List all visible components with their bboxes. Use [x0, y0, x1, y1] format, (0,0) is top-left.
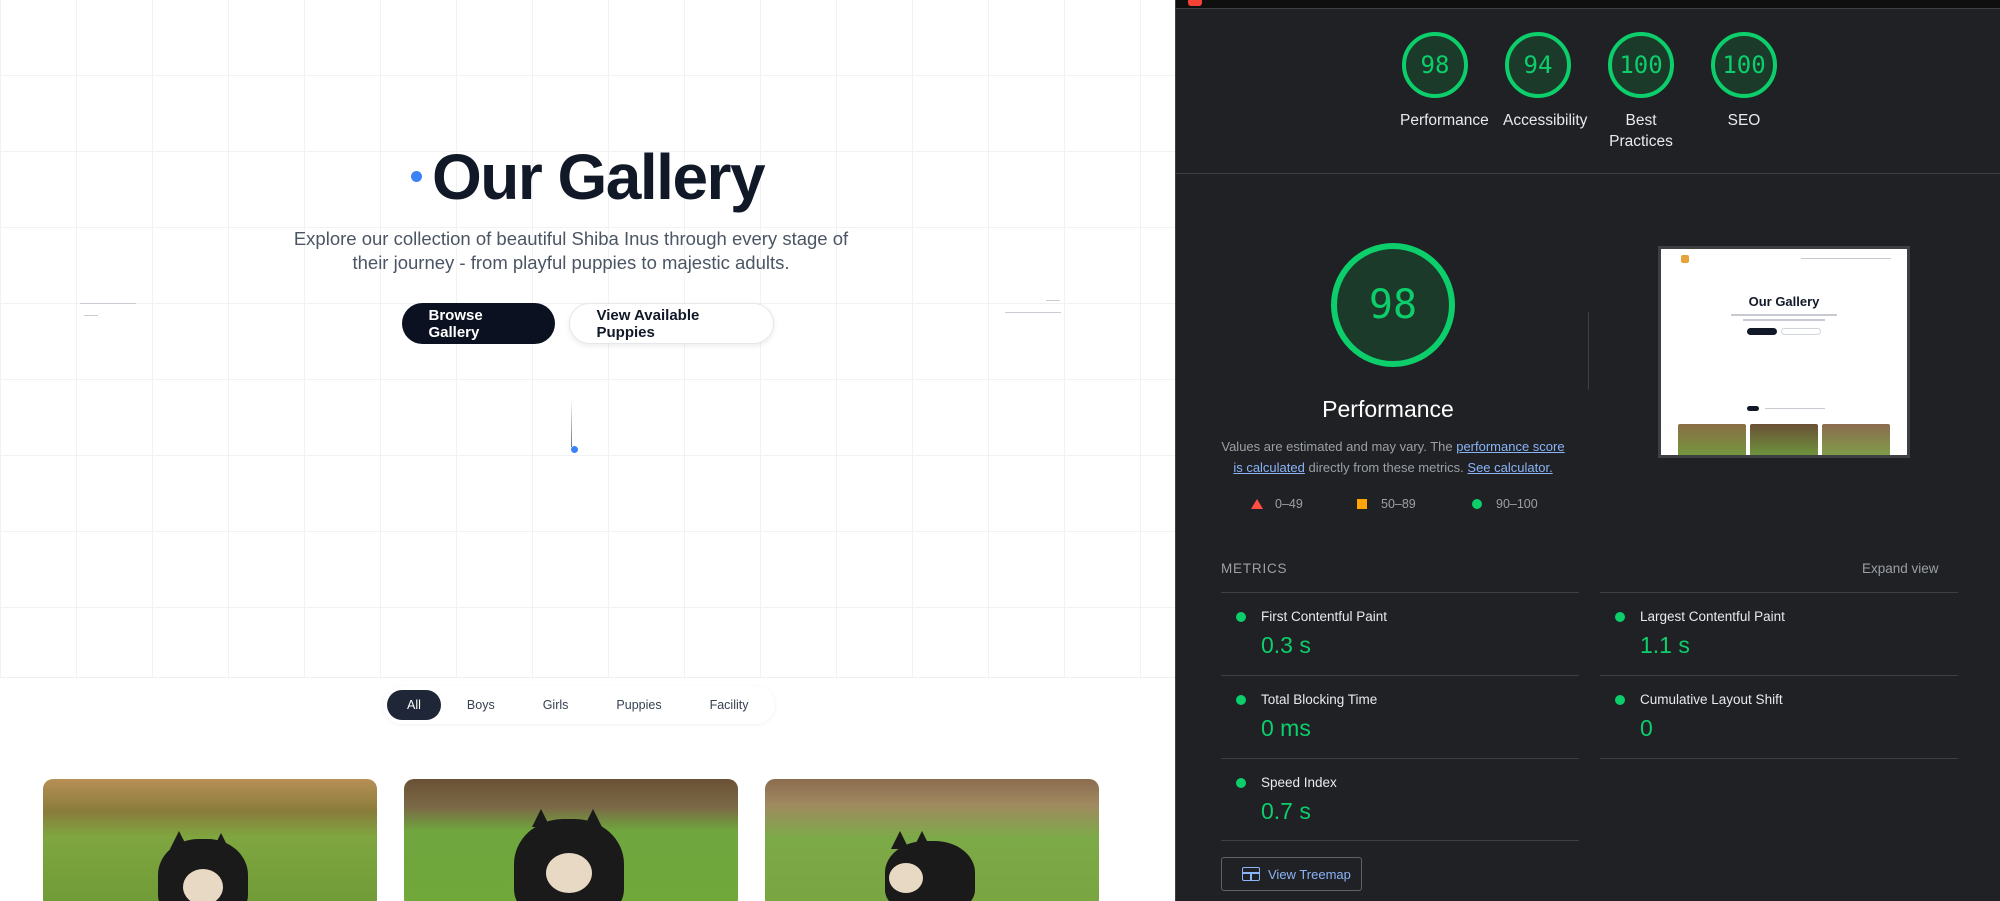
website-preview: Our Gallery Explore our collection of be…: [0, 0, 1175, 901]
thumb-button: [1781, 328, 1821, 335]
category-label: SEO: [1727, 112, 1761, 129]
scroll-indicator-line: [571, 399, 572, 447]
thumb-title: Our Gallery: [1748, 294, 1820, 309]
scroll-indicator-dot: [571, 446, 578, 453]
metric-name: Cumulative Layout Shift: [1640, 692, 1783, 707]
metric-speed-index: Speed Index 0.7 s: [1221, 759, 1579, 841]
metrics-heading: METRICS: [1221, 561, 1288, 576]
title-accent-dot: [410, 170, 422, 182]
devtools-toolbar: [1176, 0, 2000, 9]
page-title: Our Gallery: [0, 140, 1175, 214]
metric-divider: [1221, 840, 1579, 841]
thumb-photo: [1822, 424, 1890, 455]
metric-name: Largest Contentful Paint: [1640, 609, 1785, 624]
svg-text:94: 94: [1524, 51, 1553, 79]
treemap-label: View Treemap: [1268, 866, 1351, 882]
legend-average: 50–89: [1357, 497, 1416, 511]
svg-text:100: 100: [1722, 51, 1765, 79]
thumb-filters: [1765, 408, 1825, 409]
expand-view-toggle[interactable]: Expand view: [1862, 561, 1939, 576]
category-label: Accessibility: [1503, 112, 1588, 129]
circle-icon: [1472, 499, 1482, 509]
performance-note: Values are estimated and may vary. The p…: [1221, 439, 1565, 475]
filter-all[interactable]: All: [387, 690, 441, 720]
lighthouse-icon: [1188, 0, 1202, 6]
thumb-nav: [1801, 258, 1891, 259]
metric-cls: Cumulative Layout Shift 0: [1600, 676, 1958, 758]
gauge-ring: 98: [1402, 32, 1468, 98]
decor-line: [1046, 300, 1060, 301]
square-icon: [1357, 499, 1367, 509]
metric-name: Speed Index: [1261, 775, 1337, 790]
performance-title: Performance: [1322, 396, 1454, 422]
metric-value: 0.7 s: [1261, 798, 1311, 824]
pass-circle-icon: [1615, 612, 1625, 622]
metric-divider: [1600, 758, 1958, 759]
category-performance[interactable]: 98 Performance: [1400, 30, 1489, 131]
gallery-card[interactable]: [765, 779, 1099, 901]
view-treemap-button[interactable]: View Treemap: [1221, 857, 1362, 891]
filter-girls[interactable]: Girls: [521, 690, 591, 720]
category-accessibility[interactable]: 94 Accessibility: [1503, 30, 1588, 131]
metric-value: 0: [1640, 715, 1653, 741]
page-screenshot-thumbnail[interactable]: Our Gallery: [1658, 246, 1910, 458]
site-logo-icon: [1681, 255, 1689, 263]
legend-pass: 90–100: [1472, 497, 1538, 511]
metric-tbt: Total Blocking Time 0 ms: [1221, 676, 1579, 758]
pass-circle-icon: [1615, 695, 1625, 705]
svg-text:100: 100: [1619, 51, 1662, 79]
thumb-button: [1747, 328, 1777, 335]
metric-name: First Contentful Paint: [1261, 609, 1388, 624]
treemap-icon: [1242, 867, 1260, 881]
metric-value: 0 ms: [1261, 715, 1311, 741]
gallery-card[interactable]: [404, 779, 738, 901]
metric-value: 1.1 s: [1640, 632, 1690, 658]
category-label: Performance: [1400, 112, 1489, 129]
hero-actions: Browse Gallery View Available Puppies: [0, 303, 1175, 344]
svg-text:98: 98: [1421, 51, 1450, 79]
svg-text:98: 98: [1369, 282, 1417, 328]
page-title-text: Our Gallery: [431, 141, 766, 213]
pass-circle-icon: [1236, 778, 1246, 788]
gauge-ring: 100: [1608, 32, 1674, 98]
thumb-text: [1731, 314, 1837, 316]
pass-circle-icon: [1236, 612, 1246, 622]
thumb-photo: [1750, 424, 1818, 455]
performance-gauge: 98: [1331, 243, 1455, 367]
filter-puppies[interactable]: Puppies: [594, 690, 683, 720]
metric-value: 0.3 s: [1261, 632, 1311, 658]
gallery-filter-bar: All Boys Girls Puppies Facility: [383, 686, 775, 724]
lighthouse-report: 98 Performance 94 Accessibility 100 Best…: [1175, 0, 2000, 901]
category-seo[interactable]: 100 SEO: [1709, 30, 1779, 131]
gauge-ring: 94: [1505, 32, 1571, 98]
filter-boys[interactable]: Boys: [445, 690, 517, 720]
category-best-practices[interactable]: 100 Best Practices: [1606, 30, 1676, 152]
filter-facility[interactable]: Facility: [688, 690, 771, 720]
hero-section: Our Gallery Explore our collection of be…: [0, 0, 1175, 678]
thumb-filter: [1747, 406, 1759, 411]
category-label: Best Practices: [1609, 112, 1673, 150]
gallery-card[interactable]: [43, 779, 377, 901]
thumb-photo: [1678, 424, 1746, 455]
thumb-text: [1743, 319, 1825, 321]
metric-lcp: Largest Contentful Paint 1.1 s: [1600, 593, 1958, 675]
vertical-divider: [1588, 312, 1589, 390]
triangle-icon: [1251, 499, 1263, 509]
gauge-ring: 100: [1711, 32, 1777, 98]
browse-gallery-button[interactable]: Browse Gallery: [401, 303, 555, 344]
view-puppies-button[interactable]: View Available Puppies: [568, 303, 774, 344]
see-calculator-link[interactable]: See calculator.: [1467, 460, 1552, 475]
pass-circle-icon: [1236, 695, 1246, 705]
metric-name: Total Blocking Time: [1261, 692, 1378, 707]
legend-fail: 0–49: [1251, 497, 1303, 511]
hero-subtitle: Explore our collection of beautiful Shib…: [293, 228, 849, 273]
section-divider: [1176, 173, 2000, 174]
metric-fcp: First Contentful Paint 0.3 s: [1221, 593, 1579, 675]
